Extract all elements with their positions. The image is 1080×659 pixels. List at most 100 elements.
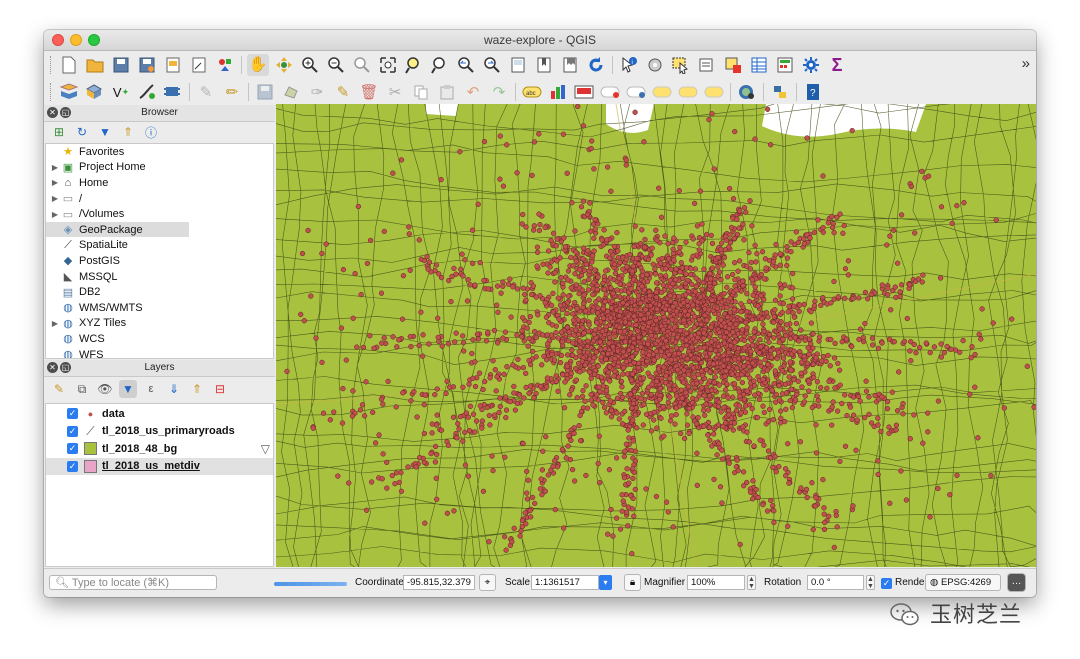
filter-legend-by-expression-icon[interactable]: ε xyxy=(142,380,160,398)
browser-item[interactable]: ▶ ⌂ Home xyxy=(46,175,273,191)
magnifier-field[interactable]: 100% xyxy=(687,575,745,590)
move-label-icon[interactable] xyxy=(651,81,673,103)
layer-row[interactable]: ✓ tl_2018_48_bg ▽ xyxy=(46,440,273,458)
style-manager-icon[interactable] xyxy=(214,54,236,76)
add-feature-icon[interactable] xyxy=(280,81,302,103)
magnifier-spinner[interactable]: ▲ ▼ xyxy=(747,575,756,590)
browser-item[interactable]: ▶ ▭ / xyxy=(46,191,273,207)
save-layer-edits-icon[interactable] xyxy=(254,81,276,103)
lock-scale-icon[interactable]: 🔒︎ xyxy=(624,574,641,591)
browser-item[interactable]: ▶ ◍ XYZ Tiles xyxy=(46,316,273,332)
show-hide-labels-icon[interactable] xyxy=(625,81,647,103)
browser-item[interactable]: ◍ WCS xyxy=(46,331,273,347)
redo-icon[interactable]: ↷ xyxy=(488,81,510,103)
layer-row[interactable]: ✓ tl_2018_us_metdiv xyxy=(46,457,273,475)
new-bookmark-icon[interactable] xyxy=(533,54,555,76)
filter-legend-icon[interactable]: ▼ xyxy=(119,380,137,398)
close-panel-icon[interactable]: ✕ xyxy=(47,362,58,373)
locator-search-input[interactable]: 🔍︎ Type to locate (⌘K) xyxy=(49,575,217,590)
copy-features-icon[interactable] xyxy=(410,81,432,103)
add-selected-layers-icon[interactable]: ⊞ xyxy=(50,123,68,141)
filter-icon[interactable]: ▼ xyxy=(96,123,114,141)
toolbar-overflow-icon[interactable]: » xyxy=(1022,55,1030,72)
manage-map-themes-icon[interactable]: 👁 xyxy=(96,380,114,398)
vertex-tool-icon[interactable]: ✑ xyxy=(306,81,328,103)
new-spatialite-layer-icon[interactable] xyxy=(136,81,158,103)
python-console-icon[interactable] xyxy=(769,81,791,103)
messages-icon[interactable]: … xyxy=(1007,573,1026,592)
expand-arrow-icon[interactable]: ▶ xyxy=(49,210,61,219)
layer-filter-icon[interactable]: ▽ xyxy=(261,442,270,456)
data-source-manager-icon[interactable] xyxy=(58,81,80,103)
processing-toolbox-icon[interactable] xyxy=(800,54,822,76)
scale-dropdown-icon[interactable]: ▾ xyxy=(599,575,612,590)
undo-icon[interactable]: ↶ xyxy=(462,81,484,103)
browser-item[interactable]: ◣ MSSQL xyxy=(46,269,273,285)
browser-item[interactable]: ◍ WFS xyxy=(46,347,273,358)
browser-item[interactable]: ⟋ SpatiaLite xyxy=(46,238,273,254)
metasearch-icon[interactable] xyxy=(736,81,758,103)
toggle-editing-icon[interactable]: ✏ xyxy=(221,81,243,103)
pan-map-icon[interactable]: ✋ xyxy=(247,53,269,76)
toolbar-grip[interactable] xyxy=(50,83,54,101)
delete-selected-icon[interactable]: 🗑 xyxy=(358,81,380,103)
zoom-to-selection-icon[interactable] xyxy=(403,54,425,76)
map-canvas[interactable] xyxy=(276,104,1036,567)
statistical-summary-icon[interactable]: Σ xyxy=(826,54,848,76)
expand-arrow-icon[interactable]: ▶ xyxy=(49,194,61,203)
new-geopackage-layer-icon[interactable] xyxy=(84,81,106,103)
paste-features-icon[interactable] xyxy=(436,81,458,103)
layer-diagram-icon[interactable] xyxy=(547,81,569,103)
identify-features-icon[interactable]: i xyxy=(618,54,640,76)
refresh-icon[interactable] xyxy=(585,54,607,76)
zoom-out-icon[interactable] xyxy=(325,54,347,76)
render-checkbox[interactable]: ✓ xyxy=(881,578,892,589)
new-map-view-icon[interactable] xyxy=(507,54,529,76)
properties-icon[interactable]: ⓘ xyxy=(142,123,160,141)
layout-manager-icon[interactable] xyxy=(188,54,210,76)
field-calculator-icon[interactable] xyxy=(774,54,796,76)
pan-to-selection-icon[interactable] xyxy=(273,54,295,76)
open-project-icon[interactable] xyxy=(84,54,106,76)
browser-item[interactable]: ★ Favorites xyxy=(46,144,273,160)
attribute-table-icon[interactable] xyxy=(748,54,770,76)
rotate-label-icon[interactable] xyxy=(677,81,699,103)
zoom-to-layer-icon[interactable] xyxy=(429,54,451,76)
layer-visibility-checkbox[interactable]: ✓ xyxy=(67,408,78,420)
scale-field[interactable]: 1:1361517 xyxy=(531,575,599,590)
cut-features-icon[interactable]: ✂ xyxy=(384,81,406,103)
open-layer-styling-icon[interactable]: ✎ xyxy=(50,380,68,398)
highlight-pinned-labels-icon[interactable] xyxy=(573,81,595,103)
coordinate-field[interactable]: -95.815,32.379 xyxy=(403,575,475,590)
select-features-icon[interactable] xyxy=(670,54,692,76)
browser-item[interactable]: ◍ WMS/WMTS xyxy=(46,300,273,316)
modify-attributes-icon[interactable]: ✎ xyxy=(332,81,354,103)
toggle-extents-icon[interactable]: ⌖ xyxy=(479,574,496,591)
change-label-icon[interactable] xyxy=(703,81,725,103)
add-group-icon[interactable]: ⧉ xyxy=(73,380,91,398)
close-panel-icon[interactable]: ✕ xyxy=(47,107,58,118)
collapse-all-icon[interactable]: ⇑ xyxy=(188,380,206,398)
select-by-value-icon[interactable] xyxy=(696,54,718,76)
crs-button[interactable]: ◍ EPSG:4269 xyxy=(925,574,1001,591)
rotation-field[interactable]: 0.0 ° xyxy=(807,575,864,590)
expand-arrow-icon[interactable]: ▶ xyxy=(49,163,61,172)
float-panel-icon[interactable]: ◱ xyxy=(60,107,71,118)
zoom-full-icon[interactable] xyxy=(377,54,399,76)
expand-arrow-icon[interactable]: ▶ xyxy=(49,319,61,328)
float-panel-icon[interactable]: ◱ xyxy=(60,362,71,373)
new-print-layout-icon[interactable] xyxy=(162,54,184,76)
save-as-icon[interactable] xyxy=(136,54,158,76)
zoom-last-icon[interactable] xyxy=(455,54,477,76)
collapse-all-icon[interactable]: ⇑ xyxy=(119,123,137,141)
zoom-next-icon[interactable] xyxy=(481,54,503,76)
zoom-in-icon[interactable] xyxy=(299,54,321,76)
zoom-native-icon[interactable] xyxy=(351,54,373,76)
layer-visibility-checkbox[interactable]: ✓ xyxy=(67,460,78,472)
browser-item[interactable]: ▶ ▭ /Volumes xyxy=(46,206,273,222)
browser-item[interactable]: ▤ DB2 xyxy=(46,284,273,300)
new-project-icon[interactable] xyxy=(58,54,80,76)
deselect-all-icon[interactable] xyxy=(722,54,744,76)
new-shapefile-layer-icon[interactable]: V ✦ xyxy=(110,81,132,103)
new-temporary-layer-icon[interactable] xyxy=(162,81,184,103)
